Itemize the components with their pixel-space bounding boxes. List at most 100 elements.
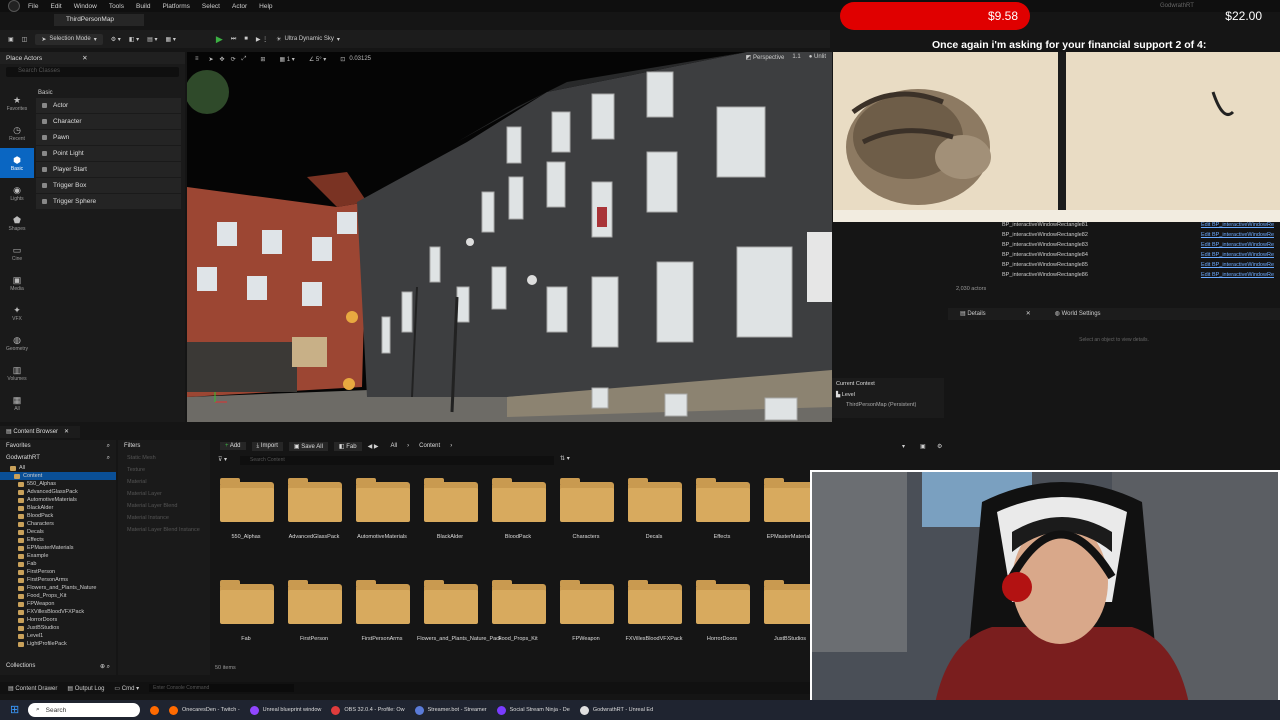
outliner-row[interactable]: BP_interactiveWindowRectangle81 Edit BP_i… — [948, 222, 1280, 232]
add-button[interactable]: + Add — [220, 442, 246, 450]
cinematics-icon[interactable]: ◧ ▾ — [129, 36, 139, 43]
edit-blueprint-link[interactable]: Edit BP_interactiveWindowRe — [1201, 232, 1274, 242]
context-level-row[interactable]: ▙ Level — [836, 392, 940, 398]
step-button[interactable]: ⏭ — [231, 36, 236, 43]
actor-item[interactable]: Trigger Box — [36, 178, 181, 193]
filter-chip[interactable]: Material Instance — [118, 512, 210, 524]
taskbar-app[interactable]: OBS 32.0.4 - Profile: Ow — [331, 705, 405, 715]
selection-mode-dropdown[interactable]: ➤ Selection Mode ▾ — [35, 33, 103, 45]
close-icon[interactable]: ✕ — [1026, 311, 1031, 317]
close-icon[interactable]: ✕ — [82, 55, 87, 62]
windows-start-icon[interactable]: ⊞ — [10, 704, 22, 716]
content-drawer-button[interactable]: ▤ Content Drawer — [8, 685, 57, 692]
project-header[interactable]: GodwrathRT ⌕ — [0, 452, 116, 464]
content-folder[interactable]: BloodPack — [485, 476, 551, 556]
actor-item[interactable]: Actor — [36, 98, 181, 113]
tree-folder[interactable]: JustBStudios — [0, 624, 116, 632]
content-folder[interactable]: AdvancedGlassPack — [281, 476, 347, 556]
edit-blueprint-link[interactable]: Edit BP_interactiveWindowRe — [1201, 262, 1274, 272]
content-folder[interactable]: Decals — [621, 476, 687, 556]
scale-tool-icon[interactable]: ⤢ — [242, 56, 247, 63]
snap-icon[interactable]: ⊞ — [260, 56, 265, 63]
content-icon[interactable]: ◫ — [22, 36, 28, 43]
select-tool-icon[interactable]: ➤ — [209, 56, 214, 63]
map-tab[interactable]: ThirdPersonMap — [54, 14, 144, 26]
category-basic[interactable]: ⬢ Basic — [0, 148, 34, 178]
play-button[interactable]: ▶ — [216, 34, 223, 45]
menu-tools[interactable]: Tools — [109, 3, 124, 10]
content-folder[interactable]: Fab — [213, 578, 279, 658]
category-cine[interactable]: ▭ Cine — [0, 238, 34, 268]
content-folder[interactable]: Flowers_and_Plants_Nature_Pack — [417, 578, 502, 658]
tree-folder[interactable]: FXVillesBloodVFXPack — [0, 608, 116, 616]
menu-platforms[interactable]: Platforms — [162, 3, 189, 10]
filter-icon[interactable]: ⊽ ▾ — [218, 456, 227, 463]
category-lights[interactable]: ◉ Lights — [0, 178, 34, 208]
camera-speed-button[interactable]: 1.1 — [792, 54, 800, 61]
tree-folder[interactable]: Decals — [0, 528, 116, 536]
menu-edit[interactable]: Edit — [50, 3, 61, 10]
category-all[interactable]: ▦ All — [0, 388, 34, 418]
outliner-row[interactable]: BP_interactiveWindowRectangle84 Edit BP_i… — [948, 252, 1280, 262]
tree-folder[interactable]: Content — [0, 472, 116, 480]
tree-folder[interactable]: LightProfilePack — [0, 640, 116, 648]
taskbar-app[interactable]: Social Stream Ninja - De — [496, 705, 570, 715]
save-all-button[interactable]: ▣ Save All — [288, 441, 328, 451]
tree-folder[interactable]: HorrorDoors — [0, 616, 116, 624]
modes-icon[interactable]: ▤ ▾ — [147, 36, 157, 43]
content-folder[interactable]: FPWeapon — [553, 578, 619, 658]
level-viewport[interactable]: ≡ ➤ ✥ ⟳ ⤢ ⊞ ▦ 1 ▾ ∠ 5° ▾ ⊡ 0.03125 ◩ Per… — [187, 52, 832, 422]
breadcrumb-content[interactable]: Content — [419, 443, 440, 449]
outliner-row[interactable]: BP_interactiveWindowRectangle83 Edit BP_i… — [948, 242, 1280, 252]
console-input[interactable]: Enter Console Command — [149, 684, 295, 692]
dock-icon[interactable]: ▣ — [920, 443, 926, 450]
tree-folder[interactable]: AdvancedGlassPack — [0, 488, 116, 496]
taskbar-app[interactable]: Streamer.bot - Streamer — [414, 705, 487, 715]
add-icon[interactable]: ⊕ ⌕ — [100, 663, 110, 670]
filter-chip[interactable]: Material Layer Blend — [118, 500, 210, 512]
viewport-menu-icon[interactable]: ≡ — [195, 56, 199, 62]
category-vfx[interactable]: ✦ VFX — [0, 298, 34, 328]
filter-chip[interactable]: Material Layer — [118, 488, 210, 500]
tree-folder[interactable]: Flowers_and_Plants_Nature — [0, 584, 116, 592]
actor-item[interactable]: Player Start — [36, 162, 181, 177]
actor-item[interactable]: Character — [36, 114, 181, 129]
tree-folder[interactable]: All — [0, 464, 116, 472]
angle-snap-icon[interactable]: ∠ 5° ▾ — [309, 56, 326, 63]
tree-folder[interactable]: Effects — [0, 536, 116, 544]
tab-details[interactable]: ▤ Details ✕ — [948, 308, 1043, 320]
import-button[interactable]: ⤓ Import — [251, 441, 283, 451]
tree-folder[interactable]: Example — [0, 552, 116, 560]
tree-folder[interactable]: Fab — [0, 560, 116, 568]
dropdown-icon[interactable]: ▾ — [902, 443, 905, 450]
class-search-input[interactable]: Search Classes — [6, 67, 179, 77]
tree-folder[interactable]: BloodPack — [0, 512, 116, 520]
menu-file[interactable]: File — [28, 3, 38, 10]
category-media[interactable]: ▣ Media — [0, 268, 34, 298]
context-persistent[interactable]: ThirdPersonMap (Persistent) — [846, 402, 940, 408]
content-browser-tab[interactable]: ▤ Content Browser ✕ — [0, 426, 80, 438]
move-tool-icon[interactable]: ✥ — [220, 56, 225, 63]
menu-select[interactable]: Select — [202, 3, 220, 10]
collections-header[interactable]: Collections ⊕ ⌕ — [0, 660, 116, 672]
actor-item[interactable]: Point Light — [36, 146, 181, 161]
filter-chip[interactable]: Material — [118, 476, 210, 488]
tree-folder[interactable]: BlackAlder — [0, 504, 116, 512]
content-folder[interactable]: HorrorDoors — [689, 578, 755, 658]
search-icon[interactable]: ⌕ — [107, 455, 110, 461]
tree-folder[interactable]: EPMasterMaterials — [0, 544, 116, 552]
cmd-dropdown[interactable]: ▭ Cmd ▾ — [114, 685, 139, 692]
content-folder[interactable]: EPMasterMaterials — [757, 476, 810, 556]
content-folder[interactable]: FXVillesBloodVFXPack — [621, 578, 687, 658]
menu-actor[interactable]: Actor — [232, 3, 247, 10]
edit-blueprint-link[interactable]: Edit BP_interactiveWindowRe — [1201, 272, 1274, 282]
rotate-tool-icon[interactable]: ⟳ — [231, 56, 236, 63]
tree-folder[interactable]: Characters — [0, 520, 116, 528]
edit-blueprint-link[interactable]: Edit BP_interactiveWindowRe — [1201, 242, 1274, 252]
category-shapes[interactable]: ⬟ Shapes — [0, 208, 34, 238]
sort-icon[interactable]: ⇅ ▾ — [560, 455, 570, 462]
outliner-row[interactable]: BP_interactiveWindowRectangle86 Edit BP_i… — [948, 272, 1280, 282]
unreal-logo-icon[interactable] — [8, 0, 20, 12]
filter-chip[interactable]: Material Layer Blend Instance — [118, 524, 210, 536]
taskbar-app[interactable]: OnecaresDen - Twitch - — [169, 705, 240, 715]
